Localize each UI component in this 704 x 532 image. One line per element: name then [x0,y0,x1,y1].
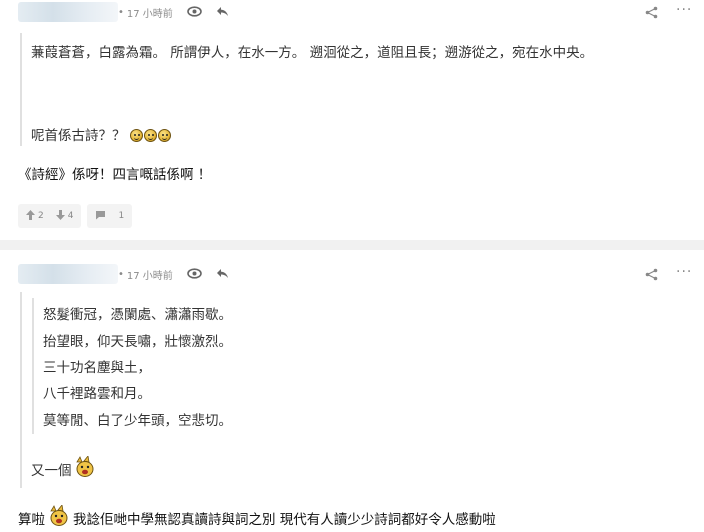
post-header: • 17 小時前 ··· [18,264,698,286]
laugh-emoji-icon [129,129,143,142]
eye-icon[interactable] [187,267,202,282]
dot-separator: • [118,269,124,280]
reply-icon[interactable] [216,268,229,282]
more-options-icon[interactable]: ··· [676,264,692,280]
poem-line: 莫等閒、白了少年頭，空悲切。 [43,413,232,429]
post-1: • 17 小時前 ··· 蒹葭蒼蒼，白露為霜。 所謂伊人，在水一方。 遡洄從之，… [0,0,704,240]
reply-icon[interactable] [216,6,229,20]
upvote-icon[interactable] [26,209,35,223]
post-divider [0,240,704,250]
dot-separator: • [118,7,124,18]
username-blurred[interactable] [18,264,118,284]
post-2: • 17 小時前 ··· 怒髮衝冠，憑闌處、瀟瀟雨歇。 抬望眼，仰天長嘯，壯懷激… [0,250,704,532]
timestamp: 17 小時前 [126,9,173,20]
post-header: • 17 小時前 ··· [18,2,698,24]
post-meta: • 17 小時前 [118,267,229,282]
post-body-text: 我諗佢哋中學無認真讀詩與詞之別 現代有人讀少少詩詞都好令人感動啦 [73,512,496,528]
reply-count: 1 [118,211,125,221]
cheer-emoji-icon [74,455,96,482]
username-blurred[interactable] [18,2,118,22]
poem-line: 三十功名塵與土， [43,360,151,376]
quote-question-text: 呢首係古詩？？ [31,128,126,144]
share-icon[interactable] [645,4,658,23]
quote-bar [20,33,22,146]
vote-pill: 2 4 [18,204,82,228]
quote-bar-inner [32,298,34,434]
quote-bar-outer [20,292,22,488]
downvote-count: 4 [67,211,74,221]
quote-text: 蒹葭蒼蒼，白露為霜。 所謂伊人，在水一方。 遡洄從之，道阻且長；遡游從之，宛在水… [31,45,594,61]
post-body: 算啦 我諗佢哋中學無認真讀詩與詞之別 現代有人讀少少詩詞都好令人感動啦 [18,504,496,531]
quote-question: 呢首係古詩？？ [31,124,172,144]
laugh-emoji-icon [143,129,157,142]
timestamp: 17 小時前 [126,271,173,282]
laugh-emoji-icon [157,129,171,142]
post-body-prefix: 算啦 [18,512,45,528]
share-icon[interactable] [645,266,658,285]
quote-tail: 又一個 [31,455,96,482]
post-actions: 2 4 1 [18,204,133,228]
downvote-icon[interactable] [55,209,65,223]
cheer-emoji-icon [48,504,70,531]
post-meta: • 17 小時前 [118,5,229,20]
poem-line: 八千裡路雲和月。 [43,386,151,402]
poem-line: 怒髮衝冠，憑闌處、瀟瀟雨歇。 [43,307,232,323]
eye-icon[interactable] [187,5,202,20]
more-options-icon[interactable]: ··· [676,2,692,18]
poem-line: 抬望眼，仰天長嘯，壯懷激烈。 [43,334,232,350]
upvote-count: 2 [38,211,44,221]
replies-pill[interactable]: 1 [87,204,133,228]
comment-icon [95,210,106,223]
post-body: 《詩經》係呀！四言嘅話係啊 ！ [18,167,212,183]
quote-tail-text: 又一個 [31,463,72,479]
